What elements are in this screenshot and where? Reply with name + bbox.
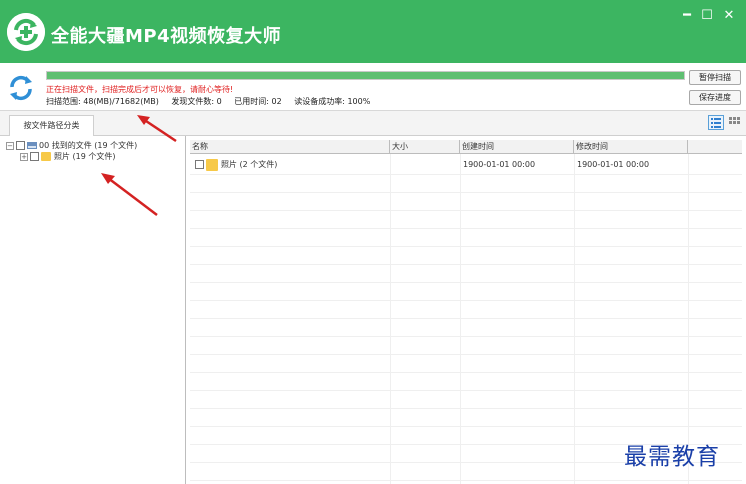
elapsed-time: 已用时间: 02 xyxy=(234,97,282,106)
folder-icon xyxy=(206,158,218,171)
tree-photos-label: 照片 (19 个文件) xyxy=(54,152,116,161)
tab-by-file-path[interactable]: 按文件路径分类 xyxy=(9,115,94,136)
title-bar: 全能大疆MP4视频恢复大师 ━ ☐ ✕ xyxy=(0,0,746,63)
table-grid-line xyxy=(190,426,742,427)
scan-message: 正在扫描文件，扫描完成后才可以恢复，请耐心等待! xyxy=(46,85,234,94)
table-grid-column-line xyxy=(390,154,391,484)
column-header-name[interactable]: 名称 xyxy=(190,140,390,154)
table-grid-line xyxy=(190,174,742,175)
table-grid-line xyxy=(190,318,742,319)
file-table: 名称 大小 创建时间 修改时间 照片 (2 个文件) 1900-01-01 00… xyxy=(190,140,746,484)
table-grid-line xyxy=(190,336,742,337)
app-title: 全能大疆MP4视频恢复大师 xyxy=(51,26,282,47)
table-header: 名称 大小 创建时间 修改时间 xyxy=(190,140,742,154)
table-row[interactable]: 照片 (2 个文件) 1900-01-01 00:00 1900-01-01 0… xyxy=(190,156,742,174)
table-grid-line xyxy=(190,210,742,211)
pause-scan-button[interactable]: 暂停扫描 xyxy=(689,70,741,85)
folder-icon xyxy=(41,152,51,161)
grid-view-icon[interactable] xyxy=(727,115,743,130)
expand-toggle-icon[interactable]: + xyxy=(20,152,28,161)
app-logo-icon xyxy=(7,13,45,51)
row-checkbox[interactable] xyxy=(195,160,204,169)
table-grid-line xyxy=(190,246,742,247)
drive-icon xyxy=(27,142,37,149)
table-grid-column-line xyxy=(688,154,689,484)
scan-range: 扫描范围: 48(MB)/71682(MB) xyxy=(46,97,159,106)
collapse-toggle-icon[interactable]: − xyxy=(6,141,14,150)
table-grid-line xyxy=(190,354,742,355)
table-grid-line xyxy=(190,192,742,193)
tree-root-label: 00 找到的文件 (19 个文件) xyxy=(39,141,138,150)
column-header-created[interactable]: 创建时间 xyxy=(460,140,574,154)
row-name-cell: 照片 (2 个文件) xyxy=(195,156,277,174)
table-grid-line xyxy=(190,408,742,409)
scan-stats: 扫描范围: 48(MB)/71682(MB) 发现文件数: 0 已用时间: 02… xyxy=(46,96,380,107)
table-grid-line xyxy=(190,390,742,391)
column-header-size[interactable]: 大小 xyxy=(390,140,460,154)
column-header-modified[interactable]: 修改时间 xyxy=(574,140,688,154)
close-icon[interactable]: ✕ xyxy=(722,9,736,23)
table-grid-line xyxy=(190,282,742,283)
table-grid-column-line xyxy=(460,154,461,484)
row-created: 1900-01-01 00:00 xyxy=(463,160,536,169)
save-progress-button[interactable]: 保存进度 xyxy=(689,90,741,105)
list-view-icon[interactable] xyxy=(708,115,724,130)
tree-item-photos[interactable]: + 照片 (19 个文件) xyxy=(20,151,116,162)
table-grid-column-line xyxy=(574,154,575,484)
watermark: 最需教育 xyxy=(624,444,720,470)
read-success-rate: 读设备成功率: 100% xyxy=(294,97,371,106)
folder-tree-panel: − 00 找到的文件 (19 个文件) + 照片 (19 个文件) xyxy=(0,136,186,484)
tree-photos-checkbox[interactable] xyxy=(30,152,39,161)
scan-progress-bar xyxy=(46,71,685,80)
table-grid-line xyxy=(190,372,742,373)
table-grid-line xyxy=(190,480,742,481)
recycle-icon xyxy=(10,75,32,101)
found-count: 发现文件数: 0 xyxy=(171,97,222,106)
table-grid-line xyxy=(190,300,742,301)
minimize-icon[interactable]: ━ xyxy=(680,9,694,23)
row-name: 照片 (2 个文件) xyxy=(221,160,278,169)
table-grid-line xyxy=(190,228,742,229)
scan-status-panel: 正在扫描文件，扫描完成后才可以恢复，请耐心等待! 扫描范围: 48(MB)/71… xyxy=(0,63,746,111)
row-modified: 1900-01-01 00:00 xyxy=(577,160,650,169)
table-grid-line xyxy=(190,264,742,265)
scan-progress-fill xyxy=(47,72,684,79)
tab-strip: 按文件路径分类 xyxy=(0,111,746,136)
tree-root-checkbox[interactable] xyxy=(16,141,25,150)
tree-item-root[interactable]: − 00 找到的文件 (19 个文件) xyxy=(6,140,137,151)
maximize-icon[interactable]: ☐ xyxy=(700,9,714,23)
